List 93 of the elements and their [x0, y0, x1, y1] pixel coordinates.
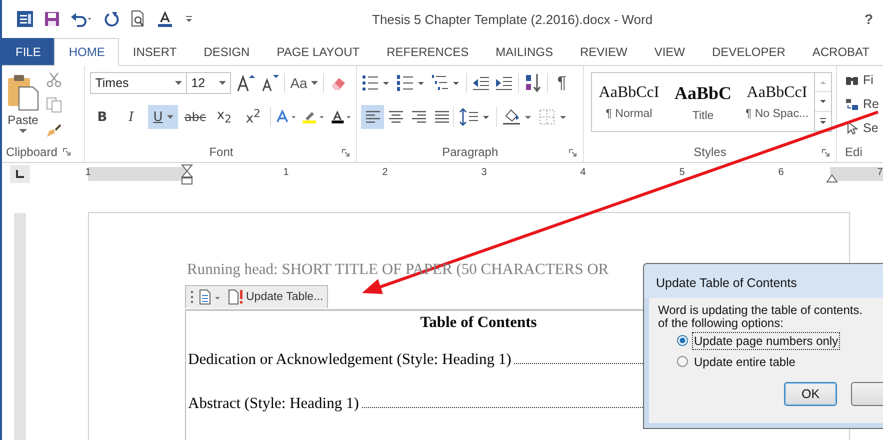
group-label: Edi: [845, 145, 862, 159]
format-button[interactable]: B: [90, 105, 114, 129]
radio-button[interactable]: [677, 335, 688, 346]
format-button[interactable]: x$^{2}$: [241, 105, 266, 129]
group-label: Font: [209, 145, 234, 159]
format-button[interactable]: I: [119, 105, 144, 129]
launcher-icon[interactable]: [63, 148, 72, 156]
ok-button[interactable]: OK: [784, 382, 837, 406]
indent-marker-icon[interactable]: [181, 164, 193, 186]
word-app-icon[interactable]: [16, 10, 34, 28]
ruler-number: 1: [85, 167, 91, 178]
dialog-message: Word is updating the table of contents.: [658, 304, 864, 317]
tab-stop-icon: [16, 170, 24, 178]
bullets-icon[interactable]: [361, 74, 392, 92]
customize-caret-icon[interactable]: [184, 13, 194, 25]
dropdown-caret-icon: [166, 115, 174, 119]
editing-command[interactable]: Fi: [845, 70, 879, 90]
binoculars-icon: [845, 74, 860, 86]
ruler-number: 2: [382, 167, 388, 178]
format-button[interactable]: abc: [183, 105, 208, 129]
numbering-icon[interactable]: [396, 74, 426, 92]
change-case-button[interactable]: Aa: [290, 75, 318, 91]
ruler-number: 4: [580, 167, 586, 178]
multilevel-list-icon[interactable]: [431, 74, 462, 92]
dialog-title: Update Table of Contents: [644, 264, 883, 298]
launcher-icon[interactable]: [822, 149, 830, 157]
group-label: Clipboard: [6, 145, 58, 159]
ribbon-tab[interactable]: VIEW: [640, 38, 699, 65]
ribbon-tab[interactable]: ACROBAT: [798, 38, 883, 65]
brush-icon[interactable]: [46, 122, 62, 138]
radio-label[interactable]: Update entire table: [692, 352, 798, 370]
ruler-number: 7: [877, 167, 883, 178]
ruler-number: 6: [778, 167, 784, 178]
grip-icon[interactable]: [190, 290, 194, 304]
document-menu-icon[interactable]: [199, 289, 223, 305]
show-marks-button[interactable]: ¶: [553, 73, 570, 93]
dropdown-caret-icon: [311, 81, 318, 85]
font-color-icon[interactable]: [156, 10, 174, 28]
clipboard-icon: [6, 73, 40, 111]
ribbon-tab[interactable]: REFERENCES: [373, 38, 482, 65]
dropdown-caret-icon: [219, 81, 226, 85]
ruler-number: 1: [283, 167, 289, 178]
toc-entry: Abstract (Style: Heading 1): [188, 395, 359, 413]
editing-command[interactable]: Se: [845, 118, 879, 138]
save-icon[interactable]: [44, 11, 60, 27]
ruler-number: 3: [481, 167, 487, 178]
align-left-button[interactable]: [361, 105, 384, 129]
grow-font-icon[interactable]: [236, 74, 256, 92]
help-button[interactable]: ?: [864, 11, 873, 27]
radio-button[interactable]: [677, 356, 688, 367]
launcher-icon[interactable]: [342, 149, 350, 157]
ribbon-tab[interactable]: REVIEW: [566, 38, 641, 65]
tab-selector[interactable]: [10, 165, 30, 183]
font-size-field[interactable]: 12: [186, 72, 232, 94]
style-item[interactable]: AaBbCcI ¶ Normal: [592, 73, 666, 131]
format-button[interactable]: x$_{2}$: [212, 105, 236, 129]
group-label: Styles: [694, 145, 726, 159]
style-item[interactable]: AaBbCcI ¶ No Spac...: [740, 73, 814, 131]
font-name-field[interactable]: Times: [90, 72, 188, 94]
format-button[interactable]: U: [148, 105, 178, 129]
file-tab[interactable]: FILE: [2, 38, 54, 65]
cursor-icon: [845, 121, 860, 135]
ribbon-tab[interactable]: DEVELOPER: [698, 38, 799, 65]
dialog-message: of the following options:: [658, 317, 784, 330]
document-alert-icon: [228, 289, 244, 305]
editing-command[interactable]: Re: [845, 94, 879, 114]
group-label: Paragraph: [442, 145, 498, 159]
toc-heading: Table of Contents: [420, 314, 537, 332]
right-indent-marker-icon[interactable]: [826, 173, 838, 183]
undo-icon[interactable]: [70, 11, 94, 27]
ribbon-tab[interactable]: DESIGN: [190, 38, 264, 65]
ruler-number: 5: [679, 167, 685, 178]
line-spacing-icon[interactable]: [459, 108, 492, 126]
dropdown-caret-icon: [19, 129, 27, 134]
print-preview-icon[interactable]: [130, 10, 146, 28]
style-item[interactable]: AaBbC Title: [666, 73, 740, 131]
redo-icon[interactable]: [104, 11, 120, 27]
cut-icon[interactable]: [46, 72, 62, 88]
toc-entry: Dedication or Acknowledgement (Style: Heading 1): [188, 351, 512, 369]
replace-icon: [845, 97, 860, 111]
paste-button[interactable]: Paste: [6, 70, 40, 142]
ribbon-tab[interactable]: INSERT: [119, 38, 190, 65]
dropdown-caret-icon: [175, 81, 182, 85]
ribbon-tab[interactable]: PAGE LAYOUT: [263, 38, 374, 65]
launcher-icon[interactable]: [569, 149, 578, 157]
shrink-font-icon[interactable]: [261, 74, 280, 92]
radio-label[interactable]: Update page numbers only: [692, 332, 840, 350]
ribbon-tab[interactable]: HOME: [54, 38, 120, 66]
sort-icon[interactable]: [524, 73, 542, 93]
decrease-indent-icon[interactable]: [472, 74, 490, 92]
ribbon-tab[interactable]: MAILINGS: [482, 38, 566, 65]
increase-indent-icon[interactable]: [495, 74, 514, 92]
window-title: Thesis 5 Chapter Template (2.2016).docx - Word: [372, 12, 653, 27]
